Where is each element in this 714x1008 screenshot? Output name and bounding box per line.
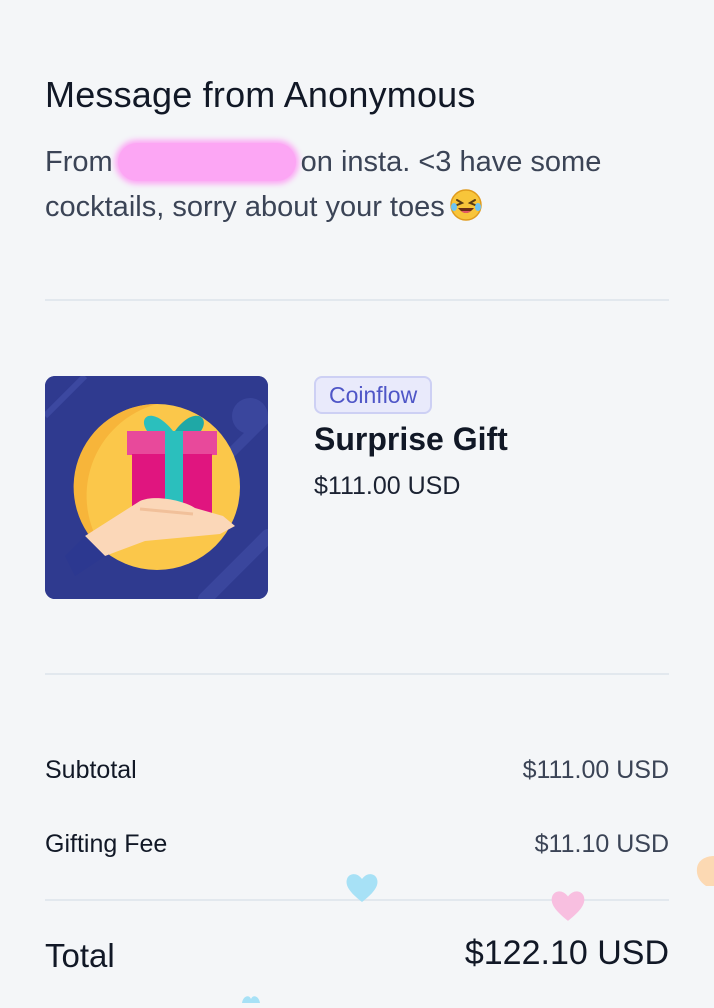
gifting-fee-label: Gifting Fee bbox=[45, 830, 168, 858]
gifting-fee-value: $11.10 USD bbox=[534, 830, 669, 858]
subtotal-label: Subtotal bbox=[45, 756, 137, 784]
pink-heart-icon bbox=[549, 887, 587, 928]
message-text-before: From bbox=[45, 146, 113, 178]
total-label: Total bbox=[45, 937, 115, 974]
redacted-username bbox=[117, 143, 296, 181]
divider bbox=[45, 673, 669, 675]
laughing-emoji-icon bbox=[449, 188, 483, 236]
blue-heart-icon bbox=[240, 990, 262, 1008]
message-title: Message from Anonymous bbox=[45, 74, 476, 115]
product-price: $111.00 USD bbox=[314, 472, 461, 500]
gift-in-hand-icon bbox=[45, 376, 268, 599]
peach-heart-icon bbox=[694, 854, 714, 893]
total-value: $122.10 USD bbox=[464, 934, 669, 972]
divider bbox=[45, 299, 669, 301]
message-body: From on insta. <3 have some cocktails, so… bbox=[45, 140, 665, 236]
merchant-badge: Coinflow bbox=[314, 376, 433, 414]
product-name: Surprise Gift bbox=[314, 421, 508, 457]
subtotal-value: $111.00 USD bbox=[522, 756, 669, 784]
blue-heart-icon bbox=[344, 870, 380, 909]
